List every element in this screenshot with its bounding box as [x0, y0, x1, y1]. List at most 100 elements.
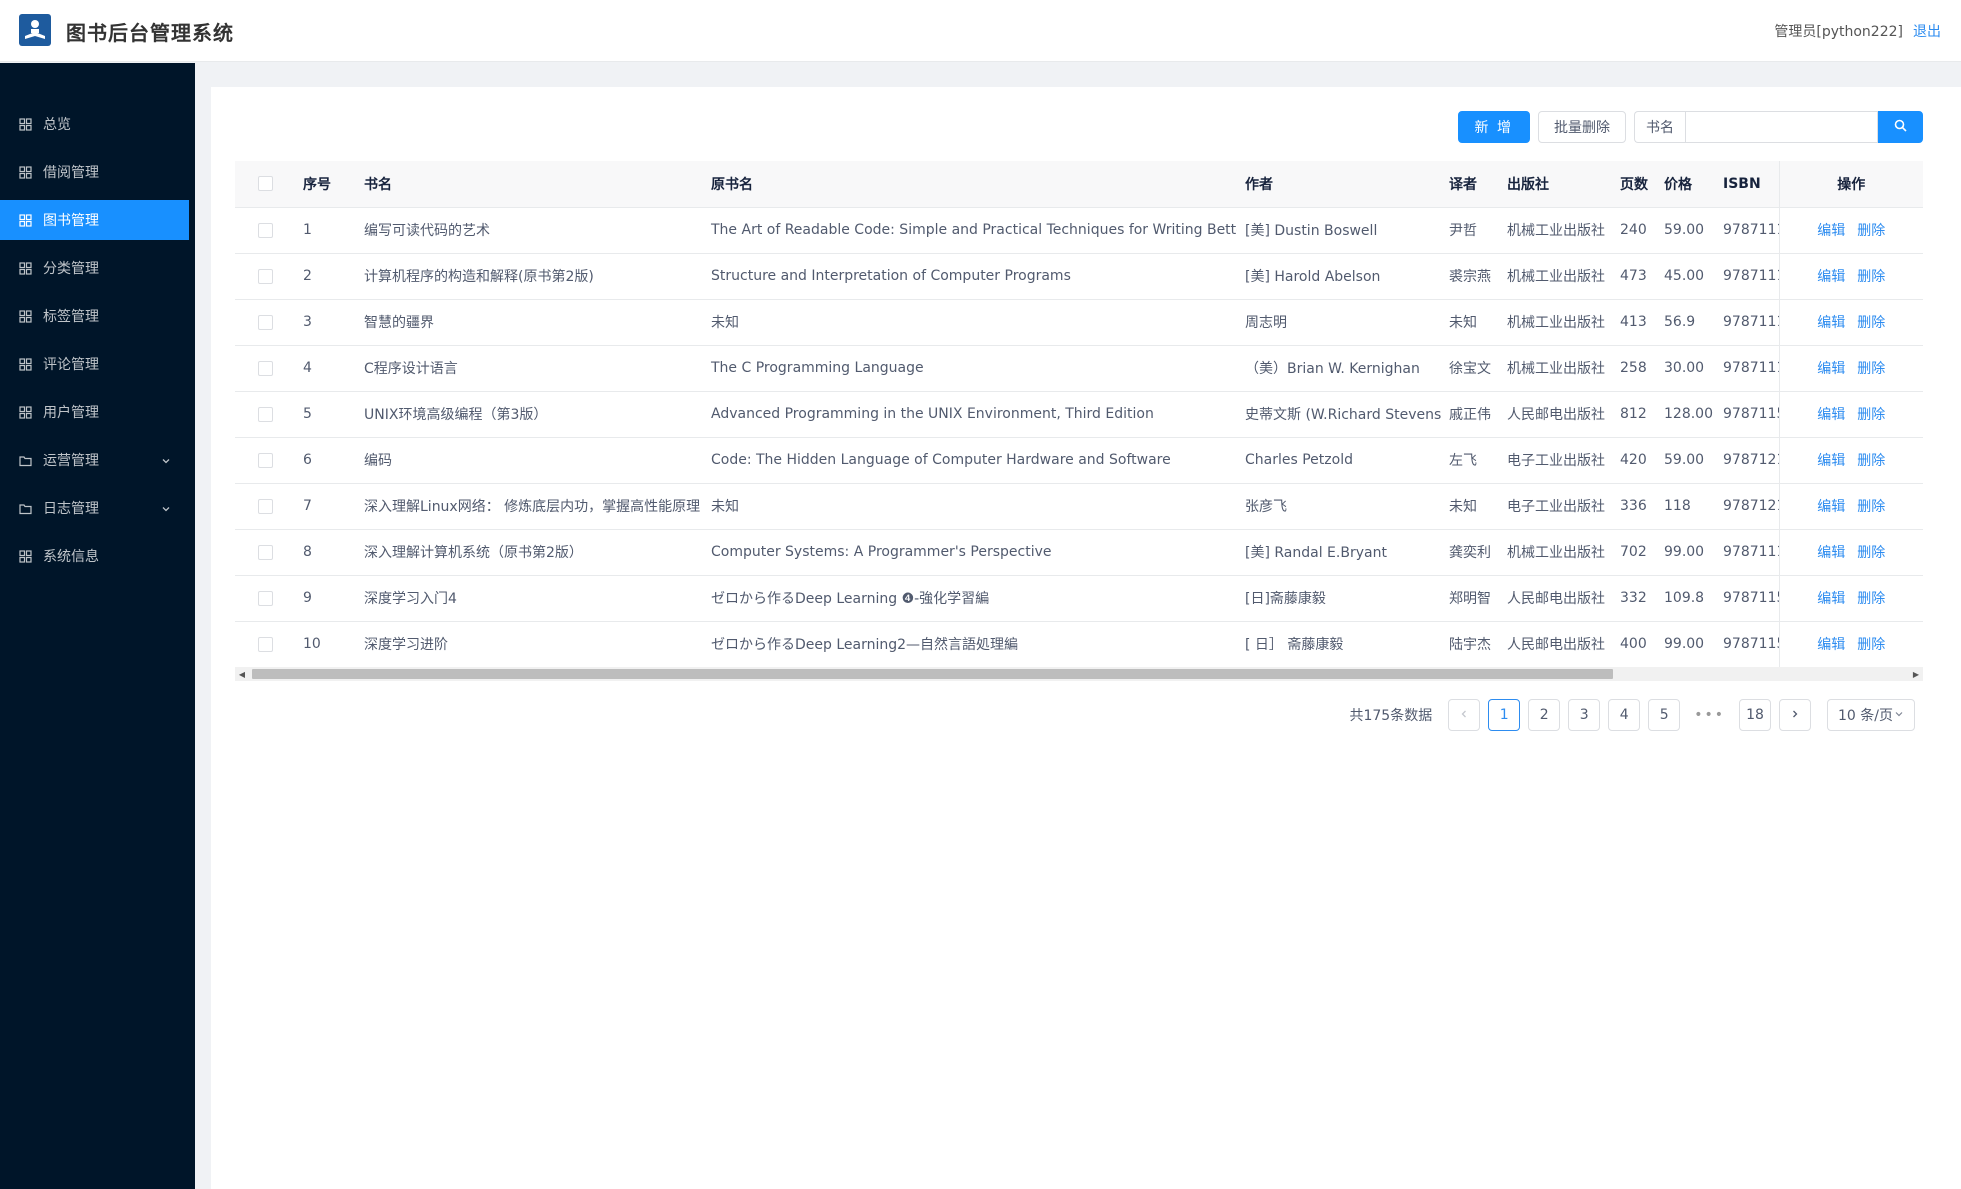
search-input[interactable] [1685, 111, 1878, 143]
page-button-1[interactable]: 1 [1488, 699, 1521, 731]
cell-author: （美）Brian W. Kernighan [1237, 345, 1441, 392]
cell-translator: 裘宗燕 [1441, 253, 1499, 300]
main-content: 新 增 批量删除 书名 序号 书名 原书名 作者 译者 出版社 页数 价格 IS… [211, 87, 1961, 1189]
horizontal-scrollbar[interactable]: ◀ ▶ [235, 667, 1923, 681]
prev-page-button[interactable] [1448, 699, 1481, 731]
cell-title: 深度学习入门4 [356, 575, 703, 622]
page-button-5[interactable]: 5 [1648, 699, 1681, 731]
page-button-3[interactable]: 3 [1568, 699, 1601, 731]
delete-link[interactable]: 删除 [1857, 591, 1885, 607]
table-row: 7 深入理解Linux网络： 修炼底层内功，掌握高性能原理 未知 张彦飞 未知 电子工业出… [235, 483, 1923, 530]
edit-link[interactable]: 编辑 [1817, 269, 1845, 285]
row-checkbox[interactable] [257, 452, 273, 468]
edit-link[interactable]: 编辑 [1817, 223, 1845, 239]
pagination: 共175条数据 1 2 3 4 5 ••• 18 10 条/页 [1349, 699, 1915, 731]
sidebar-item-label: 评论管理 [43, 357, 99, 373]
toolbar: 新 增 批量删除 书名 [1457, 111, 1923, 143]
sidebar-item-users[interactable]: 用户管理 [0, 392, 189, 432]
row-checkbox[interactable] [257, 498, 273, 514]
delete-link[interactable]: 删除 [1857, 637, 1885, 653]
delete-link[interactable]: 删除 [1857, 361, 1885, 377]
sidebar-item-borrow[interactable]: 借阅管理 [0, 152, 189, 192]
edit-link[interactable]: 编辑 [1817, 315, 1845, 331]
row-checkbox[interactable] [257, 590, 273, 606]
page-button-4[interactable]: 4 [1608, 699, 1641, 731]
chevron-down-icon[interactable] [161, 502, 171, 518]
col-header-orig-title: 原书名 [703, 161, 1237, 208]
sidebar-item-comments[interactable]: 评论管理 [0, 344, 189, 384]
cell-pages: 258 [1612, 345, 1656, 392]
edit-link[interactable]: 编辑 [1817, 499, 1845, 515]
cell-actions: 编辑 删除 [1778, 207, 1923, 254]
page-size-select[interactable]: 10 条/页 [1827, 699, 1915, 731]
row-select-cell [235, 299, 295, 346]
delete-link[interactable]: 删除 [1857, 499, 1885, 515]
sidebar-item-label: 日志管理 [43, 501, 99, 517]
table-row: 2 计算机程序的构造和解释(原书第2版) Structure and Interpr… [235, 253, 1923, 300]
cell-index: 6 [295, 437, 356, 484]
chevron-down-icon[interactable] [161, 454, 171, 470]
delete-link[interactable]: 删除 [1857, 545, 1885, 561]
delete-link[interactable]: 删除 [1857, 453, 1885, 469]
cell-author: 周志明 [1237, 299, 1441, 346]
add-button[interactable]: 新 增 [1457, 111, 1530, 143]
sidebar-item-books[interactable]: 图书管理 [0, 200, 189, 240]
cell-orig-title: ゼロから作るDeep Learning2—自然言語処理編 [703, 621, 1237, 668]
cell-title: 编写可读代码的艺术 [356, 207, 703, 254]
row-checkbox[interactable] [257, 544, 273, 560]
search-field-select[interactable]: 书名 [1634, 111, 1685, 143]
batch-delete-button[interactable]: 批量删除 [1538, 111, 1626, 143]
sidebar-item-label: 用户管理 [43, 405, 99, 421]
scroll-right-icon[interactable]: ▶ [1909, 667, 1923, 681]
delete-link[interactable]: 删除 [1857, 223, 1885, 239]
page-button-2[interactable]: 2 [1528, 699, 1561, 731]
delete-link[interactable]: 删除 [1857, 269, 1885, 285]
col-header-index: 序号 [295, 161, 356, 208]
edit-link[interactable]: 编辑 [1817, 453, 1845, 469]
row-checkbox[interactable] [257, 268, 273, 284]
cell-author: 张彦飞 [1237, 483, 1441, 530]
cell-price: 109.8 [1656, 575, 1715, 622]
cell-title: 编码 [356, 437, 703, 484]
sidebar-item-overview[interactable]: 总览 [0, 104, 189, 144]
cell-price: 99.00 [1656, 529, 1715, 576]
cell-price: 99.00 [1656, 621, 1715, 668]
row-checkbox[interactable] [257, 406, 273, 422]
cell-orig-title: The C Programming Language [703, 345, 1237, 392]
edit-link[interactable]: 编辑 [1817, 545, 1845, 561]
page-button-last[interactable]: 18 [1739, 699, 1771, 731]
sidebar-item-system-info[interactable]: 系统信息 [0, 536, 189, 576]
sidebar-item-logs[interactable]: 日志管理 [0, 488, 189, 528]
edit-link[interactable]: 编辑 [1817, 637, 1845, 653]
page-ellipsis[interactable]: ••• [1688, 699, 1731, 731]
logout-link[interactable]: 退出 [1913, 24, 1941, 40]
edit-link[interactable]: 编辑 [1817, 591, 1845, 607]
row-checkbox[interactable] [257, 314, 273, 330]
row-select-cell [235, 575, 295, 622]
row-checkbox[interactable] [257, 636, 273, 652]
scrollbar-thumb[interactable] [252, 669, 1613, 679]
row-checkbox[interactable] [257, 360, 273, 376]
col-header-actions: 操作 [1778, 161, 1923, 208]
cell-isbn: 97871211 [1715, 437, 1779, 484]
delete-link[interactable]: 删除 [1857, 407, 1885, 423]
edit-link[interactable]: 编辑 [1817, 407, 1845, 423]
delete-link[interactable]: 删除 [1857, 315, 1885, 331]
sidebar-item-operations[interactable]: 运营管理 [0, 440, 189, 480]
next-page-button[interactable] [1779, 699, 1811, 731]
select-all-checkbox[interactable] [257, 176, 273, 192]
row-checkbox[interactable] [257, 222, 273, 238]
page-size-value: 10 条/页 [1838, 708, 1893, 724]
edit-link[interactable]: 编辑 [1817, 361, 1845, 377]
scroll-left-icon[interactable]: ◀ [235, 667, 249, 681]
cell-translator: 左飞 [1441, 437, 1499, 484]
sidebar-item-categories[interactable]: 分类管理 [0, 248, 189, 288]
col-header-pages: 页数 [1612, 161, 1656, 208]
cell-author: Charles Petzold [1237, 437, 1441, 484]
cell-orig-title: Code: The Hidden Language of Computer Ha… [703, 437, 1237, 484]
library-logo-icon [19, 14, 51, 46]
cell-index: 3 [295, 299, 356, 346]
search-button[interactable] [1878, 111, 1923, 143]
cell-publisher: 机械工业出版社 [1499, 253, 1612, 300]
sidebar-item-tags[interactable]: 标签管理 [0, 296, 189, 336]
